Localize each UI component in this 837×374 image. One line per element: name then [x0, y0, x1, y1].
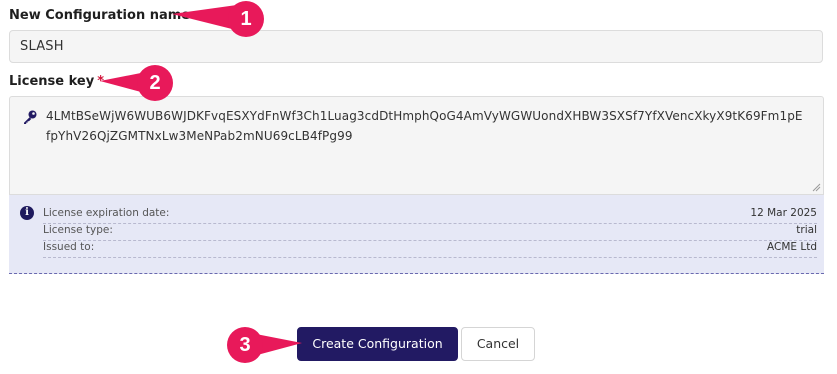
callout-number: 1: [228, 1, 264, 37]
info-row-expiration: License expiration date: 12 Mar 2025: [43, 206, 817, 224]
callout-2: 2: [100, 64, 175, 102]
key-icon: [24, 110, 37, 124]
callout-3: 3: [226, 326, 302, 364]
info-icon: i: [20, 206, 34, 220]
callout-1: 1: [172, 0, 264, 38]
config-name-label: New Configuration name: [9, 8, 191, 23]
callout-number: 3: [227, 327, 263, 363]
callout-number: 2: [137, 65, 173, 101]
license-key-label: License key: [9, 74, 95, 89]
license-key-textarea[interactable]: 4LMtBSeWjW6WUB6WJDKFvqESXYdFnWf3Ch1Luag3…: [9, 96, 824, 195]
info-value: ACME Ltd: [767, 241, 817, 253]
info-key: License expiration date:: [43, 207, 170, 219]
license-info-panel: i License expiration date: 12 Mar 2025 L…: [9, 195, 824, 274]
license-key-value: 4LMtBSeWjW6WUB6WJDKFvqESXYdFnWf3Ch1Luag3…: [46, 109, 803, 143]
create-configuration-button[interactable]: Create Configuration: [297, 327, 458, 361]
info-row-type: License type: trial: [43, 223, 817, 241]
info-key: License type:: [43, 224, 113, 236]
info-value: 12 Mar 2025: [750, 207, 817, 219]
cancel-button[interactable]: Cancel: [461, 327, 535, 361]
info-key: Issued to:: [43, 241, 95, 253]
info-row-issued: Issued to: ACME Ltd: [43, 240, 817, 258]
info-value: trial: [796, 224, 817, 236]
license-key-label-wrap: License key *: [9, 74, 104, 89]
config-name-input[interactable]: SLASH: [9, 30, 823, 63]
resize-grip-icon[interactable]: [811, 182, 821, 192]
